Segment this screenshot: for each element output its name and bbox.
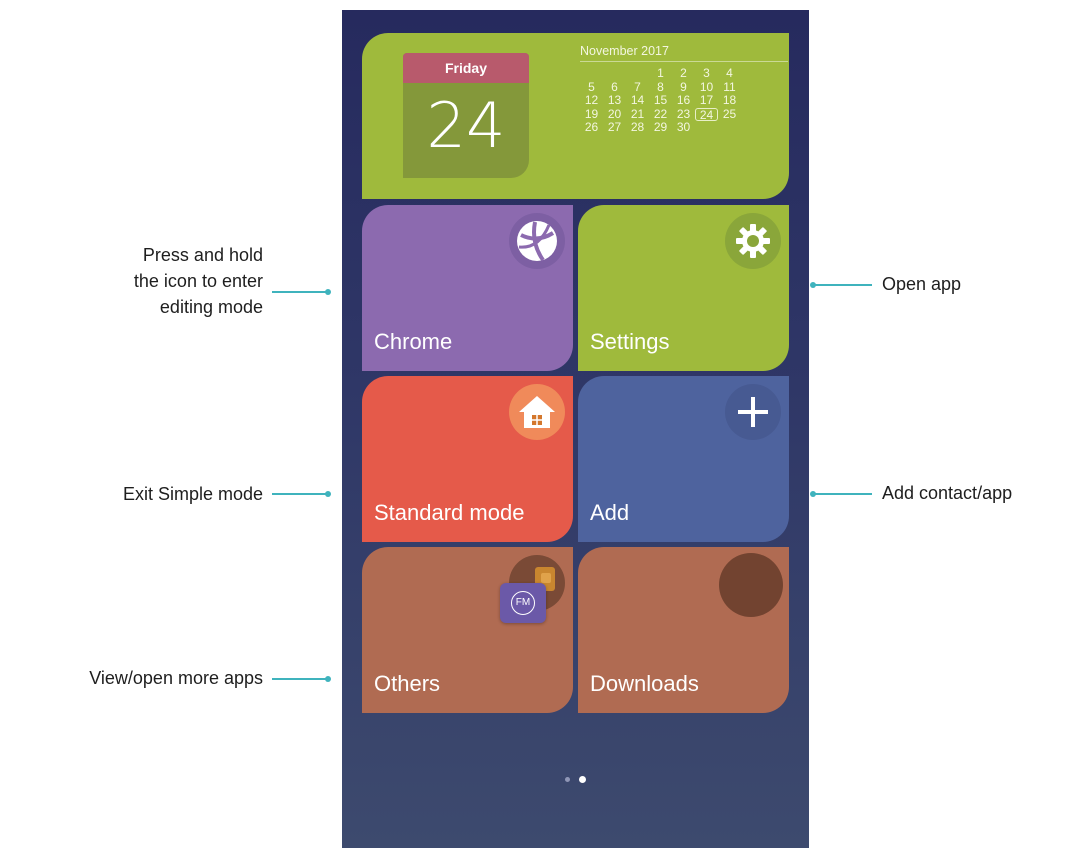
calendar-day-cell: 23 (676, 106, 691, 121)
downloads-icon (719, 553, 783, 617)
calendar-day-cell: 25 (722, 106, 737, 121)
calendar-day-cell: 13 (607, 93, 622, 107)
calendar-day-cell (580, 67, 603, 81)
calendar-week-row: 26 27 28 29 30 (580, 121, 790, 135)
calendar-day-cell: 15 (653, 93, 668, 107)
calendar-day-cell: 5 (588, 79, 595, 94)
calendar-day-cell (603, 67, 626, 81)
tile-standard-mode[interactable]: Standard mode (362, 376, 573, 542)
calendar-day-cell: 7 (634, 79, 641, 94)
calendar-widget[interactable]: Friday 24 November 2017 1 2 3 4 5 6 7 8 9 10 11 12 1… (362, 33, 789, 199)
tile-add[interactable]: Add (578, 376, 789, 542)
calendar-day-cell: 26 (584, 120, 599, 134)
hint-press-hold-line-3: editing mode (159, 297, 263, 317)
calendar-day-cell: 29 (653, 120, 668, 134)
calendar-day-cell: 1 (657, 66, 664, 80)
tile-settings[interactable]: Settings (578, 205, 789, 371)
tile-downloads-label: Downloads (590, 671, 699, 696)
home-icon (509, 384, 565, 440)
calendar-day-number: 24 (426, 89, 506, 162)
calendar-day-cell: 30 (676, 120, 691, 134)
connector-press-hold (272, 289, 331, 295)
connector-open-app (810, 282, 872, 288)
calendar-day-cell: 11 (723, 79, 736, 94)
tile-others[interactable]: FM Others (362, 547, 573, 713)
calendar-day-cell: 17 (699, 93, 714, 107)
calendar-month-grid: November 2017 1 2 3 4 5 6 7 8 9 10 11 12 13 14 15 16 17 1… (580, 44, 790, 135)
calendar-week-row: 5 6 7 8 9 10 11 (580, 79, 790, 95)
calendar-today-cell: 24 (695, 107, 718, 121)
hint-add-contact: Add contact/app (882, 483, 1013, 503)
tile-downloads[interactable]: Downloads (578, 547, 789, 713)
calendar-day-cell: 2 (680, 66, 687, 80)
connector-view-more (272, 676, 331, 682)
fm-radio-icon: FM (500, 583, 546, 623)
calendar-day-cell: 3 (703, 66, 710, 80)
connector-add-contact (810, 491, 872, 497)
calendar-week-row: 12 13 14 15 16 17 18 (580, 94, 790, 108)
tile-add-label: Add (590, 500, 630, 525)
calendar-day-cell: 4 (726, 66, 733, 80)
plus-icon (725, 384, 781, 440)
fm-radio-badge: FM (511, 591, 535, 615)
hint-press-hold: Press and hold the icon to enter editing… (20, 242, 263, 320)
chrome-globe-icon (509, 213, 565, 269)
calendar-day-cell: 21 (630, 106, 645, 121)
calendar-day-cell: 18 (722, 93, 737, 107)
calendar-day-cell (718, 121, 741, 135)
calendar-day-cell: 16 (676, 93, 691, 107)
hint-open-app: Open app (882, 274, 962, 294)
calendar-day-cell: 10 (699, 79, 714, 94)
calendar-day-cell: 12 (584, 93, 599, 107)
calendar-day-cell: 6 (611, 79, 618, 94)
tile-chrome[interactable]: Chrome (362, 205, 573, 371)
phone-screen: Friday 24 November 2017 1 2 3 4 5 6 7 8 9 10 11 12 1… (342, 10, 809, 848)
calendar-day-cell: 22 (653, 106, 668, 121)
calendar-day-cell: 19 (584, 106, 599, 121)
tile-settings-label: Settings (590, 329, 670, 354)
hint-press-hold-line-2: the icon to enter (133, 271, 263, 291)
tile-chrome-label: Chrome (374, 329, 453, 354)
hint-press-hold-line-1: Press and hold (142, 245, 263, 265)
page-indicator-dot-1[interactable] (565, 777, 570, 782)
connector-exit-simple (272, 491, 331, 497)
calendar-month-label: November 2017 (580, 44, 788, 62)
gear-icon (725, 213, 781, 269)
tile-others-label: Others (374, 671, 441, 696)
hint-view-more: View/open more apps (89, 668, 263, 688)
calendar-day-cell: 28 (630, 120, 645, 134)
hint-exit-simple: Exit Simple mode (122, 484, 263, 504)
calendar-weekday: Friday (403, 53, 529, 83)
tile-standard-mode-label: Standard mode (374, 500, 525, 525)
calendar-day-cell: 14 (630, 93, 645, 107)
calendar-day-cell (695, 121, 718, 135)
calendar-day-cell: 8 (657, 79, 664, 94)
calendar-day-cell (626, 67, 649, 81)
calendar-week-row: 19 20 21 22 23 24 25 (580, 106, 790, 121)
calendar-week-row: 1 2 3 4 (580, 67, 790, 81)
calendar-day-cell: 9 (680, 79, 687, 94)
calendar-date-card: Friday 24 (403, 53, 529, 178)
calendar-day-cell: 20 (607, 106, 622, 121)
page-indicator-dot-2[interactable] (579, 776, 586, 783)
calendar-weeks: 1 2 3 4 5 6 7 8 9 10 11 12 13 14 15 16 17 18 19 20 21 22 23 24 2… (580, 67, 790, 135)
calendar-day-cell: 27 (607, 120, 622, 134)
